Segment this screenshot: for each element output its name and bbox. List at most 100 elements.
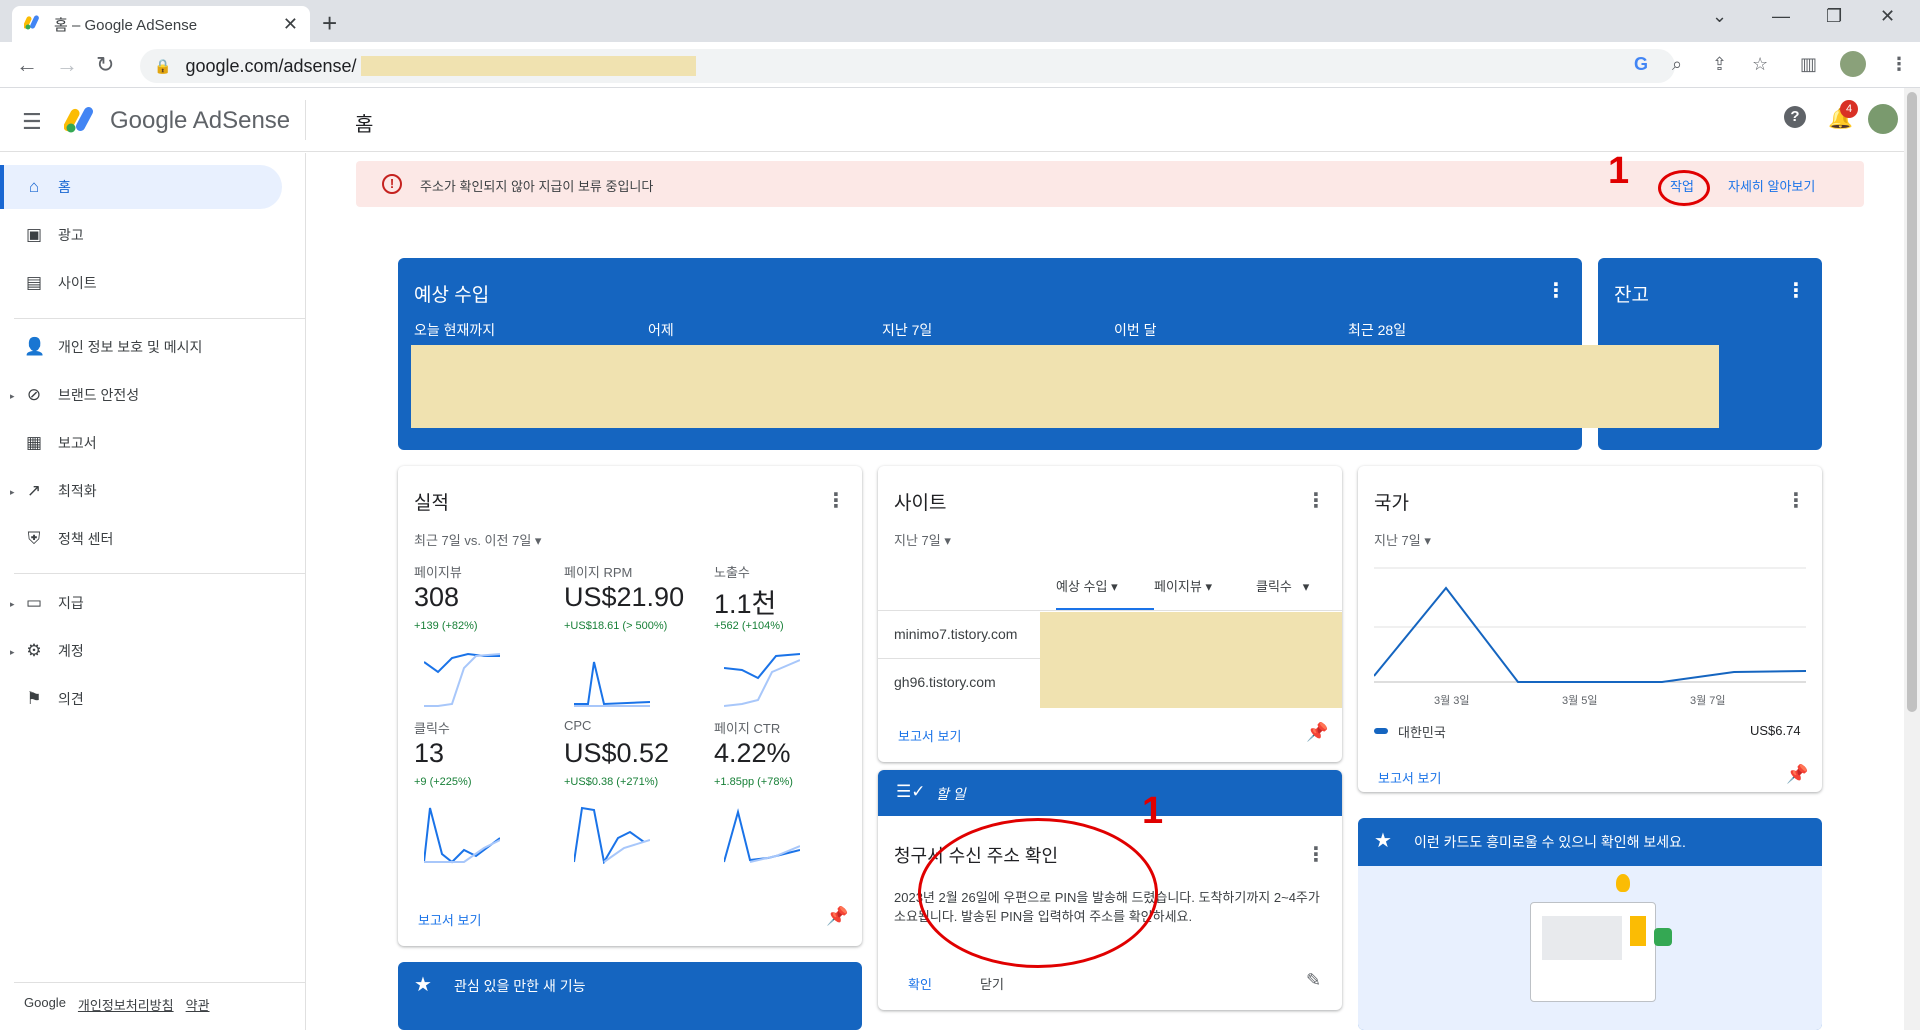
zoom-icon[interactable]: ⌕ [1672, 54, 1682, 75]
illustration-block [1542, 916, 1622, 960]
site-row-name[interactable]: gh96.tistory.com [894, 674, 996, 690]
todo-close-button[interactable]: 닫기 [980, 974, 1004, 993]
help-icon[interactable]: ? [1784, 106, 1806, 128]
tab-pageviews[interactable]: 페이지뷰 ▾ [1154, 576, 1212, 595]
google-translate-icon[interactable]: G [1634, 54, 1648, 75]
expand-caret-icon[interactable]: ▸ [10, 599, 15, 610]
table-divider [878, 610, 1342, 611]
sidebar-divider [14, 982, 306, 983]
address-bar[interactable]: 🔒 google.com/adsense/ [140, 49, 1675, 83]
earnings-col-28days: 최근 28일 [1348, 322, 1407, 338]
checklist-icon: ☰✓ [896, 782, 926, 801]
tab-estimated-earnings[interactable]: 예상 수입 ▾ [1056, 576, 1118, 595]
sites-redaction [1040, 612, 1342, 708]
metric-delta: +US$18.61 (> 500%) [564, 620, 668, 632]
sidebar-item-account[interactable]: ⚙ 계정 [0, 629, 282, 673]
app-header: ☰ Google AdSense 홈 ? 🔔 4 [0, 88, 1904, 152]
sidebar-item-optimization[interactable]: ↗ 최적화 [0, 469, 282, 513]
home-icon: ⌂ [28, 177, 40, 196]
metric-label: 페이지 CTR [714, 721, 781, 736]
side-panel-icon[interactable]: ▥ [1800, 54, 1817, 75]
expand-caret-icon[interactable]: ▸ [10, 487, 15, 498]
share-icon[interactable]: ⇪ [1712, 54, 1727, 75]
pin-icon[interactable]: 📌 [1306, 722, 1328, 743]
block-icon: ⊘ [26, 385, 42, 404]
pin-icon[interactable]: 📌 [826, 906, 848, 927]
scrollbar-thumb[interactable] [1907, 92, 1917, 712]
sidebar-item-home[interactable]: ⌂ 홈 [0, 165, 282, 209]
sidebar-item-label: 사이트 [58, 275, 97, 291]
pin-icon[interactable]: 📌 [1786, 764, 1808, 785]
metric-label: 노출수 [714, 565, 750, 580]
browser-tab[interactable]: 홈 – Google AdSense ✕ [12, 6, 310, 42]
sidebar-item-ads[interactable]: ▣ 광고 [0, 213, 282, 257]
lock-icon: 🔒 [154, 57, 172, 74]
sidebar-divider [14, 573, 306, 574]
page-title: 홈 [355, 114, 374, 136]
rpm-sparkline [574, 661, 650, 707]
countries-card: 국가 ⋮ 지난 7일 ▾ 3월 3일 3월 5일 3월 7일 대한민국 US$6… [1358, 466, 1822, 792]
earnings-col-today: 오늘 현재까지 [414, 322, 496, 338]
todo-confirm-button[interactable]: 확인 [908, 974, 932, 993]
sidebar-item-privacy[interactable]: 👤 개인 정보 보호 및 메시지 [0, 325, 282, 369]
tab-clicks[interactable]: 클릭수 ▾ [1256, 576, 1309, 595]
illustration-accent [1630, 916, 1646, 946]
metric-value: 308 [414, 582, 460, 612]
pageviews-sparkline [424, 652, 500, 707]
metric-value: US$0.52 [564, 738, 670, 768]
menu-icon[interactable]: ☰ [22, 109, 42, 135]
metric-label: 페이지 RPM [564, 565, 633, 580]
sites-report-link[interactable]: 보고서 보기 [898, 726, 961, 745]
footer-terms-link[interactable]: 약관 [186, 995, 210, 1014]
close-tab-icon[interactable]: ✕ [283, 14, 298, 35]
x-tick-label: 3월 5일 [1562, 695, 1598, 707]
more-vert-icon[interactable]: ⋮ [826, 488, 846, 513]
sites-range-dropdown[interactable]: 지난 7일 ▾ [894, 530, 951, 549]
alert-learn-more-link[interactable]: 자세히 알아보기 [1728, 176, 1815, 195]
todo-header-label: 할 일 [936, 786, 966, 802]
more-vert-icon[interactable]: ⋮ [1786, 278, 1806, 303]
pin-outline-icon[interactable]: ✎ [1306, 970, 1321, 991]
lightbulb-icon [1616, 874, 1630, 892]
sidebar-item-feedback[interactable]: ⚑ 의견 [0, 677, 282, 721]
sidebar-item-payments[interactable]: ▭ 지급 [0, 581, 282, 625]
more-vert-icon[interactable]: ⋮ [1546, 278, 1566, 303]
countries-range-dropdown[interactable]: 지난 7일 ▾ [1374, 530, 1431, 549]
expand-caret-icon[interactable]: ▸ [10, 647, 15, 658]
x-tick-label: 3월 3일 [1434, 695, 1470, 707]
site-row-name[interactable]: minimo7.tistory.com [894, 626, 1017, 642]
performance-range-dropdown[interactable]: 최근 7일 vs. 이전 7일 ▾ [414, 530, 541, 549]
sidebar-item-reports[interactable]: ▦ 보고서 [0, 421, 282, 465]
countries-report-link[interactable]: 보고서 보기 [1378, 768, 1441, 787]
legend-swatch [1374, 728, 1388, 734]
sidebar-item-label: 광고 [58, 227, 84, 243]
metric-value: 1.1천 [714, 589, 777, 619]
browser-menu-icon[interactable]: ⋮ [1890, 54, 1908, 75]
row-divider [878, 658, 1040, 659]
sidebar-item-brand-safety[interactable]: ⊘ 브랜드 안전성 [0, 373, 282, 417]
expand-caret-icon[interactable]: ▸ [10, 391, 15, 402]
profile-avatar[interactable] [1840, 51, 1866, 77]
impressions-sparkline [724, 653, 800, 707]
more-vert-icon[interactable]: ⋮ [1786, 488, 1806, 513]
footer-privacy-link[interactable]: 개인정보처리방침 [78, 995, 174, 1014]
suggested-cards-title: 이런 카드도 흥미로울 수 있으니 확인해 보세요. [1414, 834, 1686, 850]
sidebar-item-sites[interactable]: ▤ 사이트 [0, 261, 282, 305]
sidebar-item-policy[interactable]: ⛨ 정책 센터 [0, 517, 282, 561]
back-icon[interactable]: ← [16, 52, 38, 78]
performance-report-link[interactable]: 보고서 보기 [418, 910, 481, 929]
active-indicator [0, 165, 4, 209]
window-close-icon[interactable]: ✕ [1880, 6, 1895, 27]
forward-icon[interactable]: → [56, 52, 78, 78]
minimize-icon[interactable]: — [1772, 6, 1790, 27]
chevron-down-icon[interactable]: ⌄ [1712, 6, 1727, 27]
reload-icon[interactable]: ↻ [96, 52, 114, 78]
new-tab-icon[interactable]: + [322, 8, 337, 39]
metric-delta: +US$0.38 (+271%) [564, 776, 659, 788]
more-vert-icon[interactable]: ⋮ [1306, 488, 1326, 513]
account-avatar[interactable] [1868, 104, 1898, 134]
restore-icon[interactable]: ❐ [1826, 6, 1842, 27]
metric-label: 클릭수 [414, 721, 450, 736]
bookmark-star-icon[interactable]: ☆ [1752, 54, 1768, 75]
more-vert-icon[interactable]: ⋮ [1306, 842, 1326, 867]
